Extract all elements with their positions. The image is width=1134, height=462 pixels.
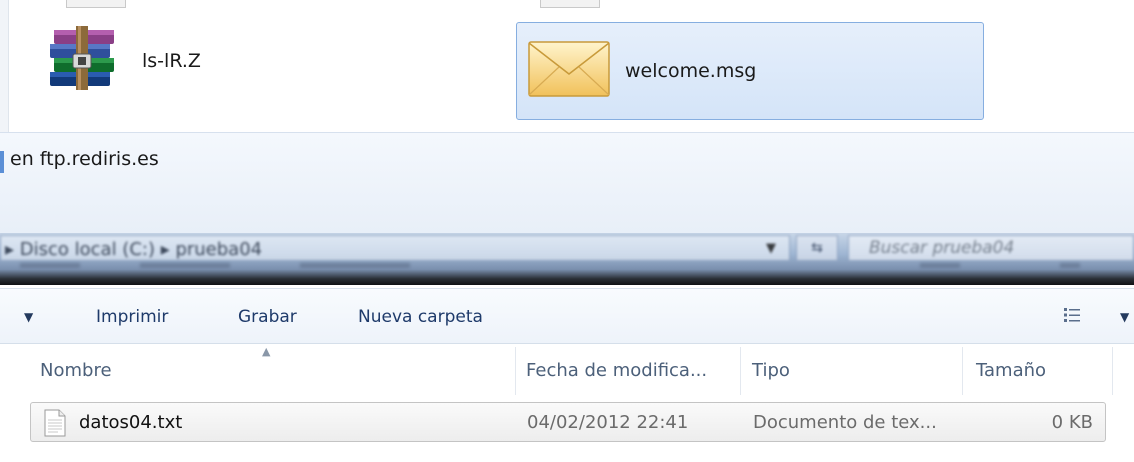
- table-row[interactable]: datos04.txt 04/02/2012 22:41 Documento d…: [30, 402, 1106, 442]
- new-folder-button[interactable]: Nueva carpeta: [358, 289, 483, 345]
- envelope-icon: [527, 38, 611, 104]
- address-bar-region: ▸ Disco local (C:) ▸ prueba04 ▼ ⇆ Buscar…: [0, 233, 1134, 285]
- search-input[interactable]: Buscar prueba04: [848, 235, 1134, 261]
- address-bar[interactable]: ▸ Disco local (C:) ▸ prueba04: [0, 235, 790, 261]
- view-options-icon[interactable]: [1062, 305, 1082, 325]
- burn-button[interactable]: Grabar: [238, 289, 297, 345]
- winrar-archive-icon: [46, 26, 126, 96]
- text-file-icon: [43, 409, 67, 437]
- column-header-date[interactable]: Fecha de modifica...: [526, 345, 707, 397]
- print-button[interactable]: Imprimir: [96, 289, 168, 345]
- column-divider[interactable]: [740, 347, 741, 395]
- refresh-button[interactable]: ⇆: [796, 235, 838, 261]
- file-tile-message[interactable]: welcome.msg: [516, 22, 984, 120]
- column-header-size[interactable]: Tamaño: [976, 345, 1046, 397]
- left-border: [0, 0, 9, 134]
- file-size: 0 KB: [1051, 412, 1093, 433]
- file-name: ls-lR.Z: [142, 50, 201, 72]
- column-divider[interactable]: [962, 347, 963, 395]
- status-text: en ftp.rediris.es: [10, 148, 159, 170]
- column-headers: ▲ Nombre Fecha de modifica... Tipo Tamañ…: [0, 345, 1134, 397]
- sort-up-icon: ▲: [262, 345, 271, 358]
- chevron-down-icon[interactable]: ▼: [1120, 289, 1129, 345]
- file-name: datos04.txt: [79, 412, 183, 433]
- partial-item-top-1: [66, 0, 126, 8]
- column-divider[interactable]: [1112, 347, 1113, 395]
- refresh-icon: ⇆: [811, 240, 823, 256]
- breadcrumb: ▸ Disco local (C:) ▸ prueba04: [5, 239, 263, 260]
- column-header-name[interactable]: Nombre: [40, 345, 112, 397]
- blurred-menu-strip: [0, 263, 1134, 273]
- chevron-down-icon[interactable]: ▼: [24, 289, 33, 345]
- status-bar: [0, 133, 1134, 233]
- status-accent: [0, 151, 4, 173]
- toolbar: ▼ Imprimir Grabar Nueva carpeta ▼: [0, 288, 1134, 344]
- top-file-view: ls-lR.Z welcome.msg: [0, 0, 1134, 134]
- column-header-type[interactable]: Tipo: [752, 345, 790, 397]
- file-tile-archive[interactable]: ls-lR.Z: [46, 26, 506, 96]
- chevron-down-icon[interactable]: ▼: [766, 241, 776, 256]
- file-name: welcome.msg: [625, 60, 757, 82]
- partial-item-top-2: [540, 0, 600, 8]
- file-type: Documento de tex...: [753, 412, 937, 433]
- column-divider[interactable]: [515, 347, 516, 395]
- file-date: 04/02/2012 22:41: [527, 412, 689, 433]
